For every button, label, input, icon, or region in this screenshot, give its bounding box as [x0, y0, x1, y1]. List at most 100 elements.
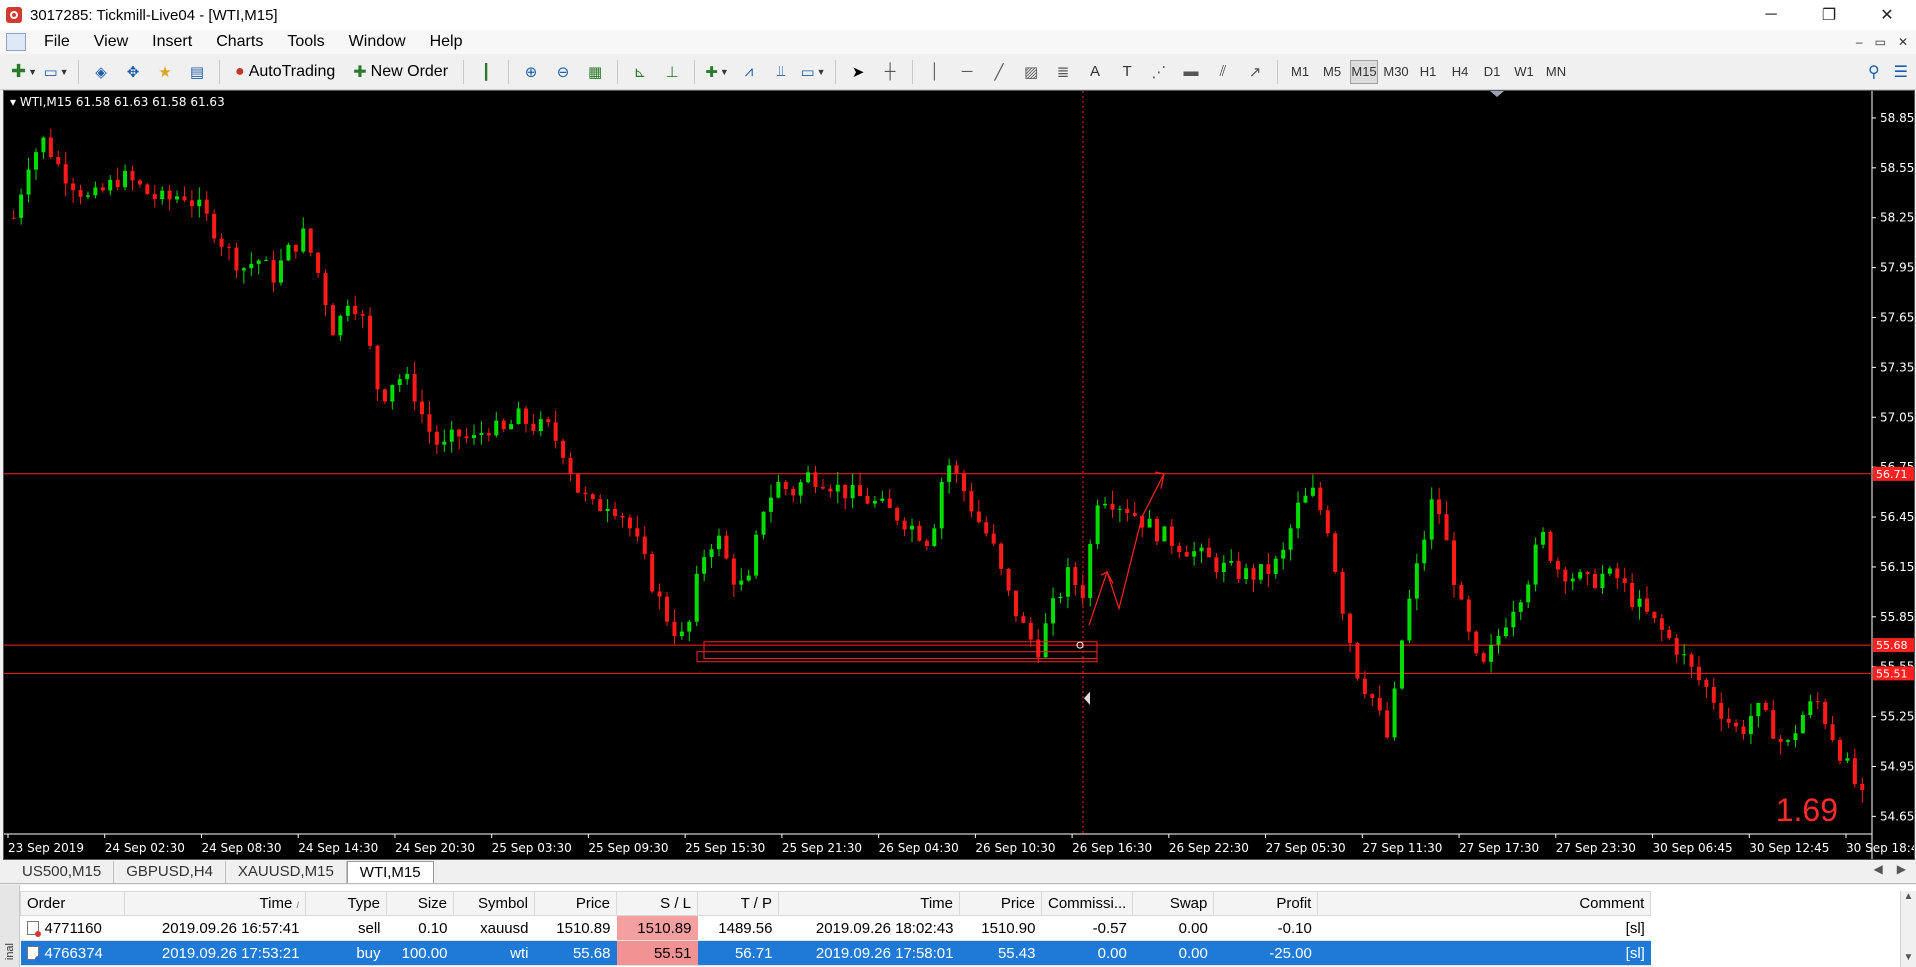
col-commission[interactable]: Commissi... — [1040, 891, 1134, 916]
horizontal-line-button[interactable]: ─ — [954, 58, 980, 86]
zoom-out-button[interactable]: ⊖ — [550, 58, 576, 86]
timeframe-h4[interactable]: H4 — [1446, 60, 1474, 84]
candle-body — [635, 528, 640, 537]
menu-tools[interactable]: Tools — [275, 30, 336, 54]
period-separators-icon: ⩘ — [744, 63, 754, 80]
candle-body — [1221, 562, 1226, 573]
candle-body — [665, 596, 670, 622]
data-window-button[interactable]: ★ — [152, 58, 178, 86]
vertical-line-button[interactable]: │ — [922, 58, 948, 86]
col-type[interactable]: Type — [305, 891, 387, 916]
menu-file[interactable]: File — [32, 30, 82, 54]
terminal-scrollbar[interactable]: ▲ ▼ — [1900, 891, 1916, 967]
chart-menu-arrow-icon[interactable]: ▾ — [10, 95, 16, 109]
col-symbol[interactable]: Symbol — [453, 891, 535, 916]
candle-body — [1711, 686, 1716, 703]
text-button[interactable]: A — [1082, 58, 1108, 86]
tab-xauusd-m15[interactable]: XAUUSD,M15 — [226, 861, 347, 883]
close-button[interactable]: ✕ — [1858, 0, 1916, 30]
col-swap[interactable]: Swap — [1132, 891, 1215, 916]
cursor-button[interactable]: ➤ — [845, 58, 871, 86]
col-sl[interactable]: S / L — [616, 891, 698, 916]
chart-canvas[interactable]: 58.8558.5558.2557.9557.6557.3557.0556.75… — [4, 91, 1914, 859]
toolbar-separator — [1277, 59, 1279, 84]
terminal-button[interactable]: ▤ — [184, 58, 210, 86]
trendline-button[interactable]: ╱ — [986, 58, 1012, 86]
menu-charts[interactable]: Charts — [204, 30, 275, 54]
col-comment[interactable]: Comment — [1317, 891, 1652, 916]
navigator-button[interactable]: ✥ — [120, 58, 146, 86]
bar-chart-button[interactable]: ┃ — [473, 58, 499, 86]
search-icon[interactable]: ⚲ — [1868, 62, 1880, 82]
templates-icon: ▭ — [800, 63, 815, 81]
profiles-button[interactable]: ▭ ▼ — [43, 58, 69, 86]
candle-body — [568, 457, 573, 475]
rectangle-button[interactable]: ▬ — [1178, 58, 1204, 86]
chart-window-icon[interactable] — [6, 33, 26, 51]
col-profit[interactable]: Profit — [1213, 891, 1319, 916]
timeframe-m30[interactable]: M30 — [1382, 60, 1410, 84]
tab-gbpusd-h4[interactable]: GBPUSD,H4 — [114, 861, 226, 883]
col-time[interactable]: Time / — [124, 891, 306, 916]
text-tool-icon: A — [1090, 63, 1101, 80]
timeframe-h1[interactable]: H1 — [1414, 60, 1442, 84]
timeframe-mn[interactable]: MN — [1542, 60, 1570, 84]
new-chart-button[interactable]: ✚ ▼ — [11, 58, 37, 86]
market-watch-button[interactable]: ◈ — [88, 58, 114, 86]
tab-us500-m15[interactable]: US500,M15 — [10, 861, 115, 883]
col-close-price[interactable]: Price — [959, 891, 1042, 916]
minimize-button[interactable]: ─ — [1742, 0, 1800, 30]
chat-icon[interactable]: ☰ — [1894, 62, 1908, 82]
tab-scroll-left-icon[interactable]: ◀ — [1874, 862, 1883, 876]
table-row[interactable]: 4771160 2019.09.26 16:57:41 sell 0.10 xa… — [20, 915, 1651, 941]
toolbar-separator — [694, 59, 696, 84]
tile-windows-button[interactable]: ▦ — [582, 58, 608, 86]
table-row[interactable]: 4766374 2019.09.26 17:53:21 buy 100.00 w… — [20, 940, 1651, 966]
timeframe-d1[interactable]: D1 — [1478, 60, 1506, 84]
zoom-in-button[interactable]: ⊕ — [518, 58, 544, 86]
timeframe-m5[interactable]: M5 — [1318, 60, 1346, 84]
terminal-side-label: inal — [4, 943, 16, 961]
timeframe-w1[interactable]: W1 — [1510, 60, 1538, 84]
tab-scroll-right-icon[interactable]: ▶ — [1897, 862, 1906, 876]
candle-body — [1481, 653, 1486, 662]
equidistant-channel-button[interactable]: ▨ — [1018, 58, 1044, 86]
period-separators-button[interactable]: ⩘ — [736, 58, 762, 86]
col-order[interactable]: Order — [20, 891, 125, 916]
scroll-down-icon[interactable]: ▼ — [1901, 952, 1916, 963]
gann-button[interactable]: ⫽ — [1210, 58, 1236, 86]
fibonacci-button[interactable]: ≣ — [1050, 58, 1076, 86]
indicators-button[interactable]: ✚ ▼ — [704, 58, 730, 86]
tab-wti-m15[interactable]: WTI,M15 — [346, 861, 434, 883]
profit-cell: -0.10 — [1213, 915, 1318, 941]
menu-help[interactable]: Help — [418, 30, 475, 54]
mdi-minimize-button[interactable]: – — [1856, 30, 1863, 54]
time-tick-label: 25 Sep 03:30 — [492, 841, 572, 855]
timeframe-m15[interactable]: M15 — [1350, 59, 1379, 84]
mdi-close-button[interactable]: ✕ — [1898, 30, 1908, 54]
new-order-button[interactable]: ✚ New Order — [347, 58, 454, 86]
autoscroll-button[interactable]: ⊥ — [659, 58, 685, 86]
menu-insert[interactable]: Insert — [140, 30, 204, 54]
arrow-tool-button[interactable]: ↗ — [1242, 58, 1268, 86]
price-chart[interactable]: 58.8558.5558.2557.9557.6557.3557.0556.75… — [3, 90, 1915, 860]
grid-button[interactable]: ⫫ — [768, 58, 794, 86]
chart-shift-button[interactable]: ⊾ — [627, 58, 653, 86]
col-close-time[interactable]: Time — [778, 891, 960, 916]
scroll-up-icon[interactable]: ▲ — [1901, 891, 1916, 902]
menu-window[interactable]: Window — [337, 30, 418, 54]
menu-view[interactable]: View — [82, 30, 140, 54]
col-tp[interactable]: T / P — [697, 891, 779, 916]
crosshair-button[interactable]: ┼ — [877, 58, 903, 86]
col-price[interactable]: Price — [534, 891, 617, 916]
mdi-restore-button[interactable]: ▭ — [1875, 30, 1886, 54]
candle-body — [1244, 568, 1249, 579]
fibo-fan-button[interactable]: ⋰ — [1146, 58, 1172, 86]
maximize-button[interactable]: ❐ — [1800, 0, 1858, 30]
autotrading-button[interactable]: ● AutoTrading — [229, 58, 341, 86]
col-size[interactable]: Size — [386, 891, 454, 916]
timeframe-m1[interactable]: M1 — [1286, 60, 1314, 84]
candle-body — [575, 474, 580, 493]
text-label-button[interactable]: T — [1114, 58, 1140, 86]
templates-button[interactable]: ▭ ▼ — [800, 58, 826, 86]
